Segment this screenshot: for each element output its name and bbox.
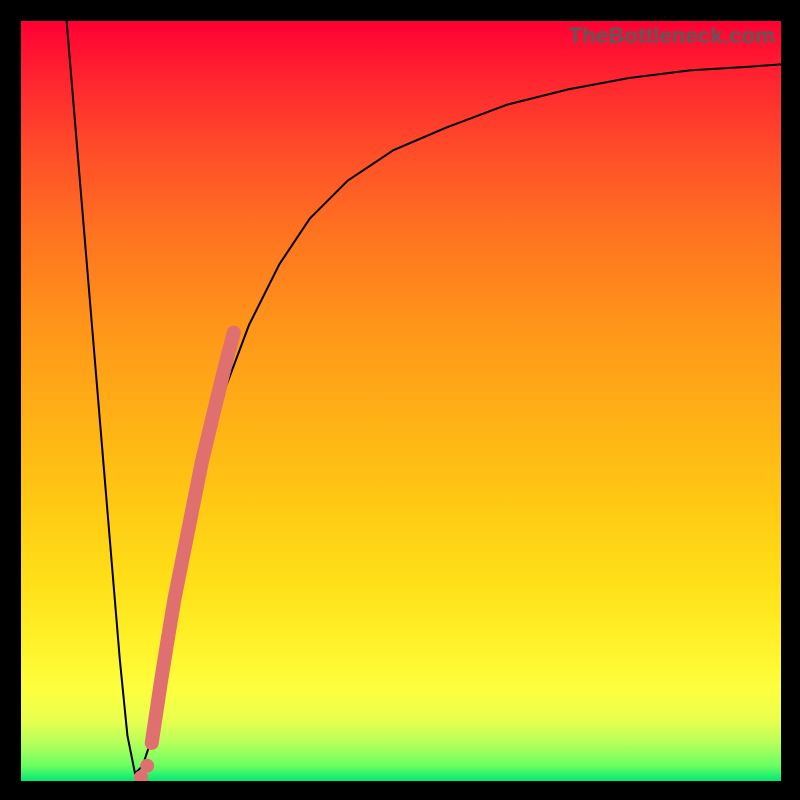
watermark-label: TheBottleneck.com: [569, 23, 775, 49]
marker-band: [152, 333, 234, 743]
curve-layer: [21, 21, 781, 781]
plot-area: TheBottleneck.com: [21, 21, 781, 781]
chart-container: TheBottleneck.com: [0, 0, 800, 800]
bottleneck-curve: [67, 21, 781, 773]
